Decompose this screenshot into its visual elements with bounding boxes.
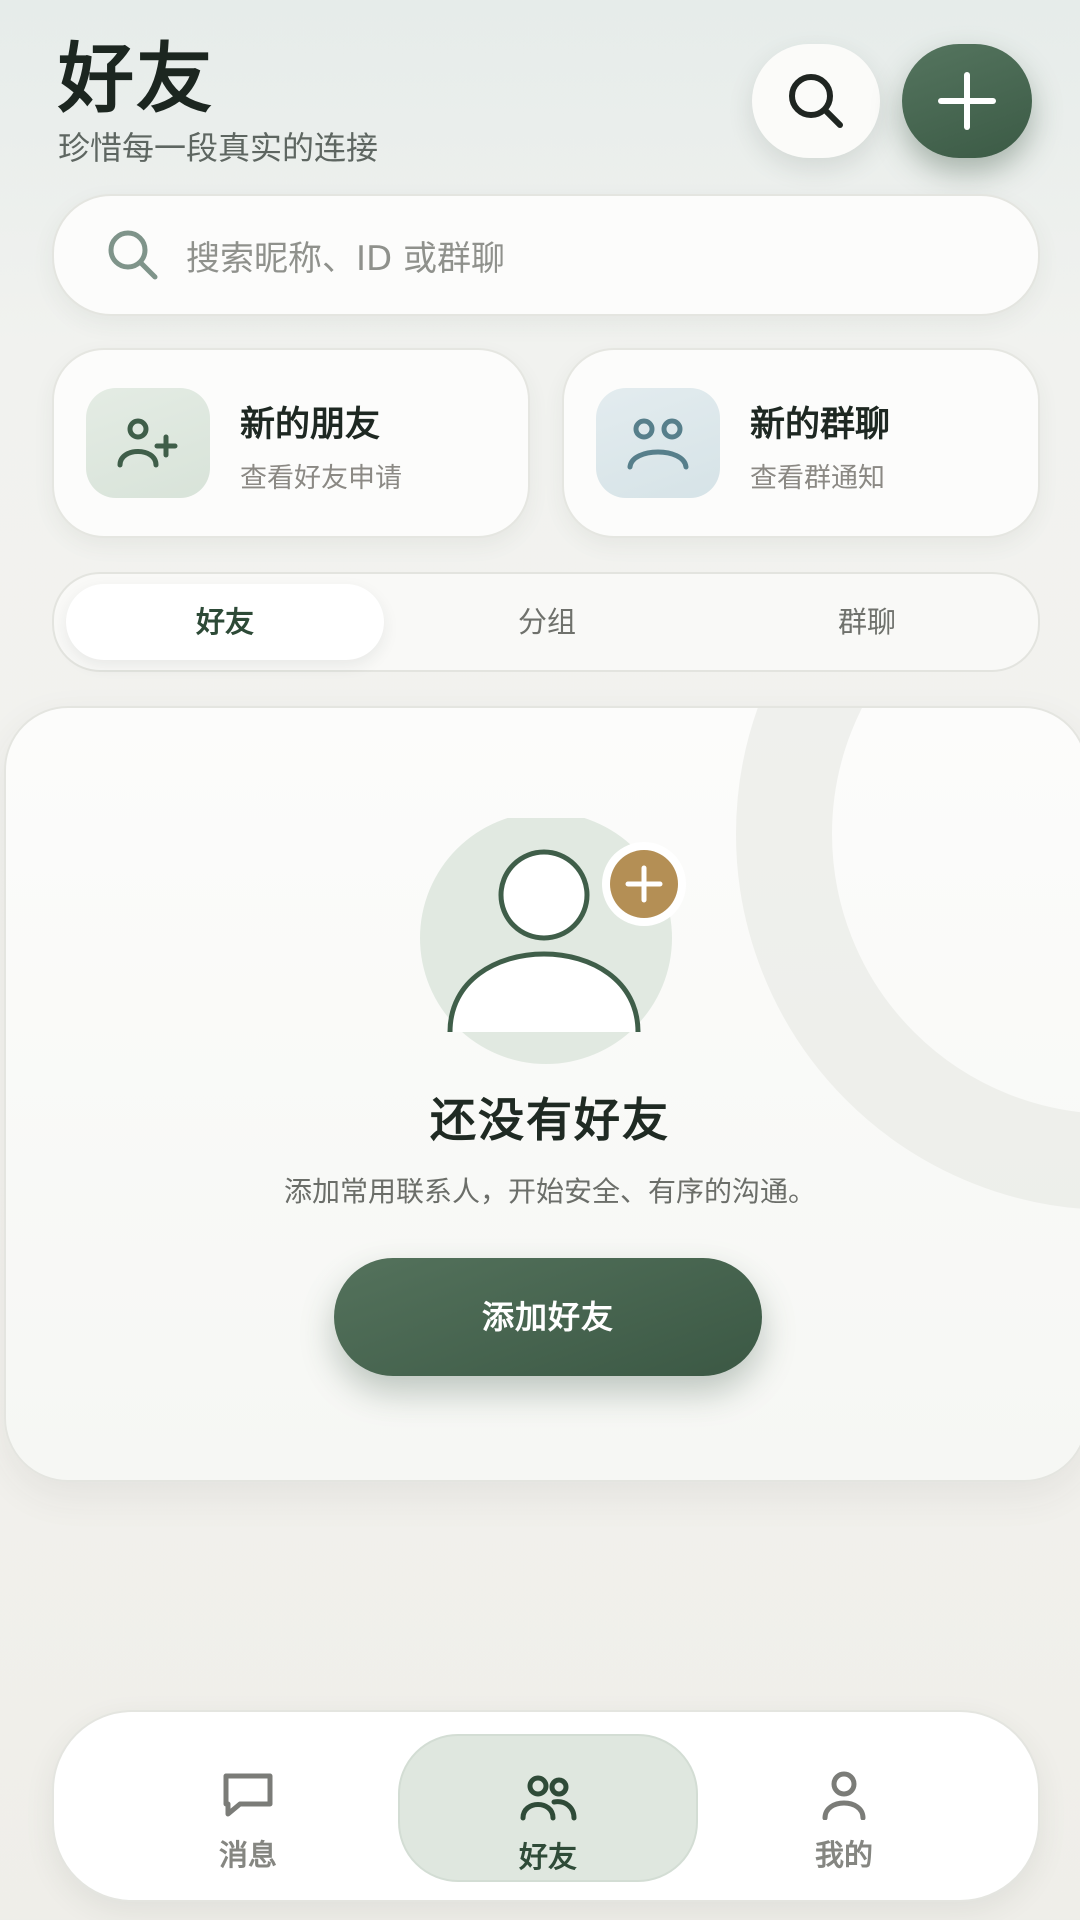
segmented-tabs: 好友 分组 群聊 <box>52 572 1040 672</box>
nav-item-messages[interactable]: 消息 <box>100 1734 396 1878</box>
card-subtitle: 查看群通知 <box>750 463 885 494</box>
search-button[interactable] <box>752 44 880 158</box>
chat-bubble-icon <box>223 1773 273 1817</box>
tab-friends[interactable]: 好友 <box>66 574 384 670</box>
card-title: 新的朋友 <box>240 405 381 445</box>
group-icon <box>596 388 720 498</box>
empty-state-title: 还没有好友 <box>430 1093 670 1147</box>
search-icon <box>98 220 168 290</box>
search-icon <box>789 74 843 128</box>
profile-icon <box>822 1771 866 1820</box>
card-subtitle: 查看好友申请 <box>240 463 402 494</box>
nav-item-profile[interactable]: 我的 <box>696 1734 992 1878</box>
nav-item-friends[interactable]: 好友 <box>398 1734 698 1882</box>
page-subtitle: 珍惜每一段真实的连接 <box>58 129 379 167</box>
new-groups-card[interactable]: 新的群聊 查看群通知 <box>562 348 1040 538</box>
nav-label: 我的 <box>814 1838 873 1872</box>
bottom-nav: 消息 好友 我的 <box>52 1710 1040 1902</box>
search-placeholder: 搜索昵称、ID 或群聊 <box>186 238 506 279</box>
add-person-icon <box>86 388 210 498</box>
empty-state-card: 还没有好友 添加常用联系人，开始安全、有序的沟通。 添加好友 <box>4 706 1080 1482</box>
search-input[interactable]: 搜索昵称、ID 或群聊 <box>52 194 1040 316</box>
page-title: 好友 <box>58 34 214 123</box>
nav-label: 消息 <box>218 1838 277 1872</box>
add-button[interactable] <box>902 44 1032 158</box>
plus-icon <box>938 72 996 130</box>
person-add-illustration <box>420 818 686 1064</box>
tab-group-chats[interactable]: 群聊 <box>708 574 1026 670</box>
friends-icon <box>520 1775 577 1821</box>
nav-label: 好友 <box>518 1840 577 1874</box>
tab-groups[interactable]: 分组 <box>388 574 706 670</box>
new-friends-card[interactable]: 新的朋友 查看好友申请 <box>52 348 530 538</box>
empty-state-description: 添加常用联系人，开始安全、有序的沟通。 <box>283 1175 816 1208</box>
card-title: 新的群聊 <box>750 405 891 445</box>
add-friend-button[interactable]: 添加好友 <box>334 1258 762 1376</box>
